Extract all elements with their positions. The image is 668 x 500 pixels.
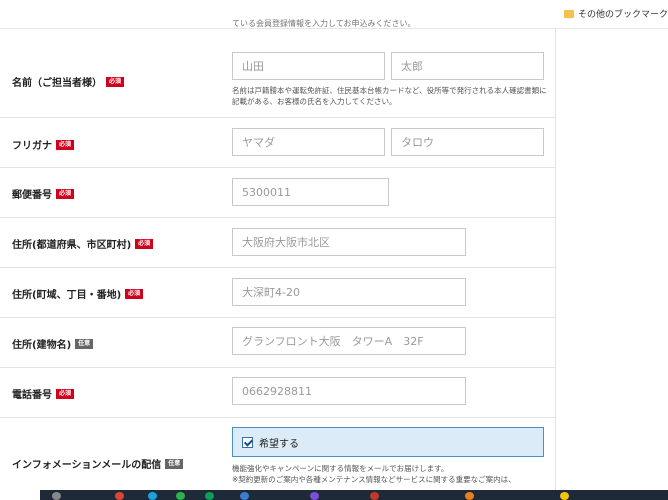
name-note: 名前は戸籍謄本や運転免許証、住民基本台帳カードなど、役所等で発行される本人確認書…	[232, 86, 547, 106]
last-name-input[interactable]: 山田	[232, 52, 385, 80]
info-mail-note-1: 機能強化やキャンペーンに関する情報をメールでお届けします。	[232, 464, 449, 473]
required-badge: 必須	[125, 288, 144, 299]
weather-icon[interactable]	[560, 492, 569, 500]
app-icon[interactable]	[240, 492, 249, 500]
app-icon[interactable]	[310, 492, 319, 500]
address2-label-text: 住所(町域、丁目・番地)	[12, 290, 122, 301]
name-row: 名前（ご担当者様） 必須 山田 太郎 名前は戸籍謄本や運転免許証、住民基本台帳カ…	[0, 40, 555, 118]
address1-label: 住所(都道府県、市区町村) 必須	[12, 236, 154, 251]
first-name-input[interactable]: 太郎	[391, 52, 544, 80]
info-mail-label-text: インフォメーションメールの配信	[12, 460, 162, 471]
required-badge: 必須	[56, 139, 75, 150]
kana-row: フリガナ 必須 ヤマダ タロウ	[0, 117, 555, 168]
phone-label-text: 電話番号	[12, 390, 52, 401]
taskbar	[40, 490, 668, 500]
postal-label: 郵便番号 必須	[12, 186, 75, 201]
required-badge: 必須	[56, 188, 75, 199]
checkbox-checked-icon[interactable]	[242, 436, 253, 448]
other-bookmarks-label: その他のブックマーク	[577, 10, 668, 20]
name-label-text: 名前（ご担当者様）	[12, 78, 102, 89]
phone-label: 電話番号 必須	[12, 386, 75, 401]
name-label: 名前（ご担当者様） 必須	[12, 74, 125, 89]
postal-row: 郵便番号 必須 5300011	[0, 167, 555, 218]
required-badge: 必須	[106, 76, 125, 87]
prefecture-city-input[interactable]: 大阪府大阪市北区	[232, 228, 466, 256]
app-icon[interactable]	[176, 492, 185, 500]
edge-icon[interactable]	[148, 492, 157, 500]
app-icon[interactable]	[370, 492, 379, 500]
phone-row: 電話番号 必須 0662928811	[0, 367, 555, 418]
info-mail-checkbox-row[interactable]: 希望する	[232, 427, 544, 457]
info-mail-label: インフォメーションメールの配信 任意	[12, 456, 184, 471]
address3-label: 住所(建物名) 任意	[12, 336, 94, 351]
street-address-input[interactable]: 大深町4-20	[232, 278, 466, 306]
required-badge: 必須	[135, 238, 154, 249]
address1-label-text: 住所(都道府県、市区町村)	[12, 240, 132, 251]
address3-label-text: 住所(建物名)	[12, 340, 72, 351]
required-badge: 必須	[56, 388, 75, 399]
last-name-kana-input[interactable]: ヤマダ	[232, 128, 385, 156]
kana-label: フリガナ 必須	[12, 137, 75, 152]
app-icon[interactable]	[465, 492, 474, 500]
phone-input[interactable]: 0662928811	[232, 377, 466, 405]
address1-row: 住所(都道府県、市区町村) 必須 大阪府大阪市北区	[0, 217, 555, 268]
address2-row: 住所(町域、丁目・番地) 必須 大深町4-20	[0, 267, 555, 318]
other-bookmarks[interactable]: その他のブックマーク	[563, 7, 668, 20]
address3-row: 住所(建物名) 任意 グランフロント大阪 タワーA 32F	[0, 317, 555, 368]
kana-label-text: フリガナ	[12, 141, 52, 152]
info-mail-checkbox-label: 希望する	[259, 438, 299, 450]
optional-badge: 任意	[75, 338, 94, 349]
info-mail-note-2: ※契約更新のご案内や各種メンテナンス情報などサービスに関する重要なご案内は、	[232, 475, 516, 484]
folder-icon	[563, 9, 574, 18]
optional-badge: 任意	[165, 458, 184, 469]
top-note: ている会員登録情報を入力してお申込みください。	[232, 19, 416, 28]
app-icon[interactable]	[205, 492, 214, 500]
address2-label: 住所(町域、丁目・番地) 必須	[12, 286, 144, 301]
column-divider	[555, 28, 556, 500]
chrome-icon[interactable]	[115, 492, 124, 500]
postal-label-text: 郵便番号	[12, 190, 52, 201]
postal-code-input[interactable]: 5300011	[232, 178, 389, 206]
building-name-input[interactable]: グランフロント大阪 タワーA 32F	[232, 327, 466, 355]
search-icon[interactable]	[52, 492, 61, 500]
first-name-kana-input[interactable]: タロウ	[391, 128, 544, 156]
